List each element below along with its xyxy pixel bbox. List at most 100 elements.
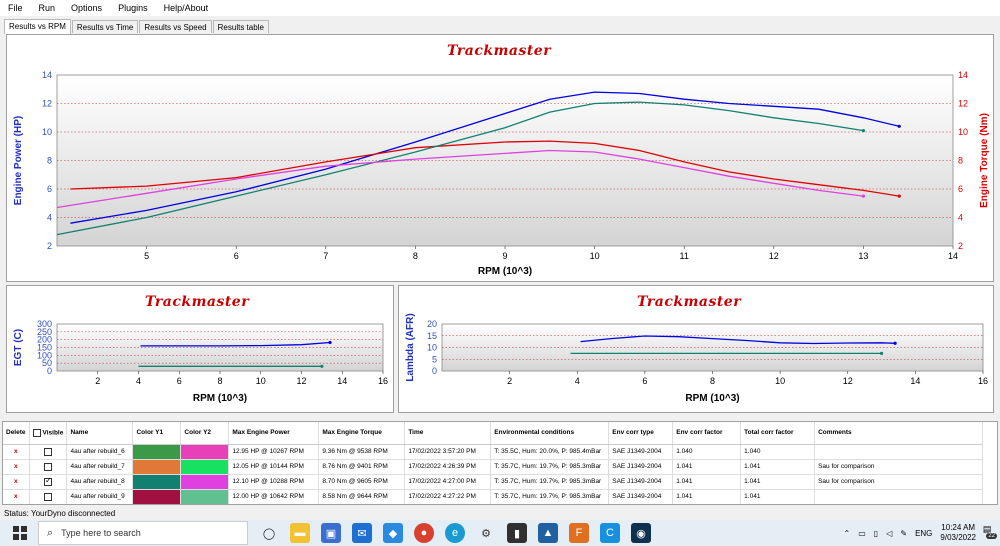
x-tick-label: 6	[642, 376, 647, 386]
tab-results-vs-time[interactable]: Results vs Time	[71, 20, 139, 33]
x-tick-label: 14	[910, 376, 920, 386]
taskbar-search[interactable]: ⌕ Type here to search	[38, 521, 248, 545]
status-bar: Status: YourDyno disconnected	[0, 507, 1000, 520]
table-row[interactable]: x 4au after rebuild_7 12.05 HP @ 10144 RPM…	[3, 459, 983, 475]
comments[interactable]: Sau for comparison	[814, 459, 983, 475]
visible-checkbox[interactable]	[29, 459, 68, 475]
col-time[interactable]: Time	[404, 422, 492, 445]
checkbox[interactable]	[44, 492, 52, 501]
color-y1-swatch[interactable]	[132, 459, 182, 475]
system-tray: ⌃ ▭ ▯ ◁ ✎ ENG 10:24 AM 9/03/2022 ▤ 22	[844, 520, 1000, 546]
terminal-icon[interactable]: ▮	[507, 523, 527, 543]
photos-icon[interactable]: ▲	[538, 523, 558, 543]
task-view-icon[interactable]: ◯	[259, 523, 279, 543]
visible-checkbox[interactable]	[29, 489, 68, 504]
visible-checkbox[interactable]	[29, 474, 68, 490]
visible-checkbox[interactable]	[29, 444, 68, 460]
windows-start-icon[interactable]	[10, 523, 30, 543]
env-corr-factor: 1.041	[672, 489, 742, 504]
env-conditions: T: 35.5C, Hum: 20.0%, P: 985.4mBar	[490, 444, 610, 460]
y2-tick-label: 4	[958, 213, 963, 223]
col-visible[interactable]: Visible	[29, 422, 68, 445]
table-row[interactable]: x 4au after rebuild_9 12.00 HP @ 10642 RPM…	[3, 489, 983, 504]
tab-results-vs-speed[interactable]: Results vs Speed	[139, 20, 212, 33]
delete-button[interactable]: x	[3, 489, 30, 504]
file-explorer-icon[interactable]: ▬	[290, 523, 310, 543]
col-max-torque[interactable]: Max Engine Torque	[318, 422, 406, 445]
settings-icon[interactable]: ⚙	[476, 523, 496, 543]
col-color-y2[interactable]: Color Y2	[180, 422, 230, 445]
col-total-corr[interactable]: Total corr factor	[740, 422, 816, 445]
x-tick-label: 2	[95, 376, 100, 386]
col-max-power[interactable]: Max Engine Power	[228, 422, 320, 445]
table-row[interactable]: x 4au after rebuild_6 12.95 HP @ 10267 RPM…	[3, 444, 983, 460]
color-y2-swatch[interactable]	[180, 444, 230, 460]
run-name: 4au after rebuild_8	[66, 474, 134, 490]
color-y2-swatch[interactable]	[180, 489, 230, 504]
menu-file[interactable]: File	[0, 3, 31, 13]
checkbox[interactable]	[44, 476, 52, 486]
series-end-point	[320, 364, 324, 368]
menu-plugins[interactable]: Plugins	[110, 3, 156, 13]
y-tick-label: 300	[37, 319, 52, 329]
app-icon[interactable]: ◆	[383, 523, 403, 543]
tab-results-table[interactable]: Results table	[212, 20, 269, 33]
volume-icon[interactable]: ◁	[886, 529, 892, 538]
tab-results-vs-rpm[interactable]: Results vs RPM	[4, 19, 71, 34]
store-icon[interactable]: ▣	[321, 523, 341, 543]
checkbox[interactable]	[44, 447, 52, 456]
comments[interactable]	[814, 444, 983, 460]
visible-all-checkbox[interactable]	[32, 428, 41, 437]
delete-button[interactable]: x	[3, 474, 30, 490]
color-y2-swatch[interactable]	[180, 474, 230, 490]
y-tick-label: 15	[427, 331, 437, 341]
menu-bar: File Run Options Plugins Help/About	[0, 0, 1000, 16]
col-corr-factor[interactable]: Env corr factor	[672, 422, 742, 445]
env-corr-type: SAE J1349-2004	[608, 474, 674, 490]
col-comments[interactable]: Comments	[814, 422, 983, 445]
comments[interactable]	[814, 489, 983, 504]
menu-help[interactable]: Help/About	[156, 3, 217, 13]
table-header-row: Delete Visible Name Color Y1 Color Y2 Ma…	[3, 422, 983, 445]
col-env[interactable]: Environmental conditions	[490, 422, 610, 445]
y-tick-label: 14	[42, 70, 52, 80]
env-corr-type: SAE J1349-2004	[608, 489, 674, 504]
y2-axis-label: Engine Torque (Nm)	[979, 113, 990, 208]
col-name[interactable]: Name	[66, 422, 134, 445]
color-y2-swatch[interactable]	[180, 459, 230, 475]
checkbox[interactable]	[44, 462, 52, 471]
pen-icon[interactable]: ✎	[900, 529, 907, 538]
color-y1-swatch[interactable]	[132, 489, 182, 504]
color-y1-swatch[interactable]	[132, 474, 182, 490]
color-y1-swatch[interactable]	[132, 444, 182, 460]
comments[interactable]: Sau for comparison	[814, 474, 983, 490]
y2-tick-label: 12	[958, 99, 968, 109]
battery-icon[interactable]: ▯	[874, 529, 878, 538]
egt-chart-panel: Trackmaster 0 50 100 150 200 250 300 2 4 6 8 10 12 14…	[6, 285, 394, 413]
x-tick-label: 8	[217, 376, 222, 386]
y2-tick-label: 6	[958, 184, 963, 194]
menu-options[interactable]: Options	[63, 3, 110, 13]
egt-chart-logo: Trackmaster	[145, 294, 250, 310]
mail-icon[interactable]: ✉	[352, 523, 372, 543]
chevron-up-icon[interactable]: ⌃	[844, 529, 851, 538]
y2-tick-label: 2	[958, 241, 963, 251]
app4-icon[interactable]: ◉	[631, 523, 651, 543]
chrome-icon[interactable]: ●	[414, 523, 434, 543]
clock-time: 10:24 AM	[941, 523, 976, 532]
clock[interactable]: 10:24 AM 9/03/2022	[940, 523, 976, 543]
table-row[interactable]: x 4au after rebuild_8 12.10 HP @ 10288 RPM…	[3, 474, 983, 490]
lang-indicator[interactable]: ENG	[915, 529, 932, 538]
menu-run[interactable]: Run	[31, 3, 64, 13]
app3-icon[interactable]: C	[600, 523, 620, 543]
network-icon[interactable]: ▭	[858, 529, 866, 538]
y-tick-label: 4	[47, 213, 52, 223]
app2-icon[interactable]: F	[569, 523, 589, 543]
edge-icon[interactable]: e	[445, 523, 465, 543]
delete-button[interactable]: x	[3, 444, 30, 460]
col-color-y1[interactable]: Color Y1	[132, 422, 182, 445]
series-end-point	[879, 351, 884, 355]
col-corr-type[interactable]: Env corr type	[608, 422, 674, 445]
col-delete[interactable]: Delete	[3, 422, 30, 445]
delete-button[interactable]: x	[3, 459, 30, 475]
